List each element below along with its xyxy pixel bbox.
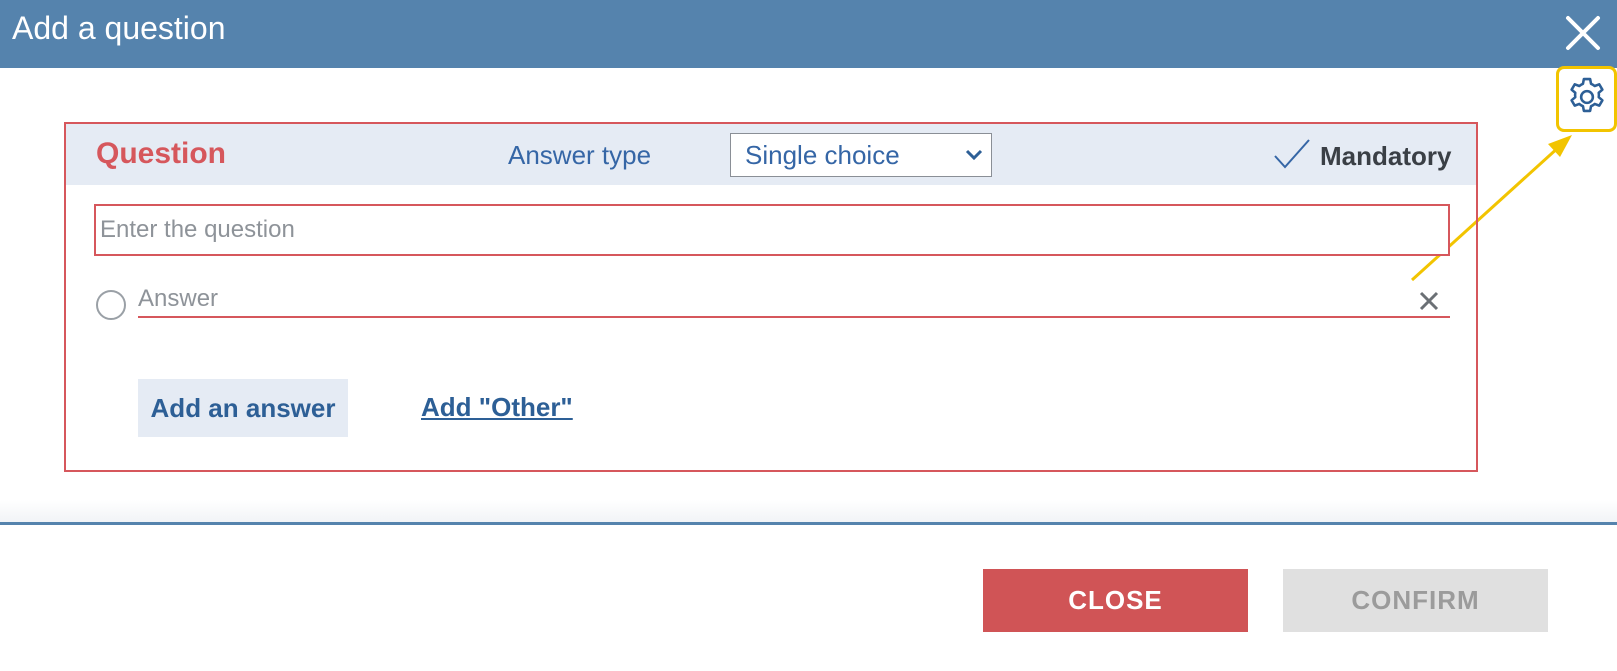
answer-input[interactable] [138,282,1450,318]
answer-type-value: Single choice [745,140,900,170]
remove-answer-button[interactable] [1416,288,1442,314]
answer-radio[interactable] [96,290,126,320]
answer-type-select[interactable]: Single choice [730,133,992,177]
gear-icon [1565,75,1609,124]
settings-button[interactable] [1556,66,1617,132]
close-button[interactable]: CLOSE [983,569,1248,632]
confirm-button[interactable]: CONFIRM [1283,569,1548,632]
question-input[interactable] [94,204,1450,256]
dialog-titlebar: Add a question [0,0,1617,68]
close-icon [1416,291,1442,318]
mandatory-toggle[interactable]: Mandatory [1272,134,1451,178]
close-icon[interactable] [1560,10,1606,56]
checkmark-icon [1272,137,1312,176]
question-header: Question Answer type Single choice Manda… [66,124,1476,185]
answer-type-label: Answer type [508,140,652,170]
dialog-title: Add a question [12,10,226,46]
add-answer-button[interactable]: Add an answer [138,379,348,437]
footer-shadow [0,500,1617,522]
question-label: Question [96,137,227,170]
mandatory-label: Mandatory [1320,140,1452,171]
question-card: Question Answer type Single choice Manda… [64,122,1478,472]
add-other-link[interactable]: Add "Other" [421,392,573,423]
chevron-down-icon [965,148,983,167]
footer-divider [0,522,1617,525]
